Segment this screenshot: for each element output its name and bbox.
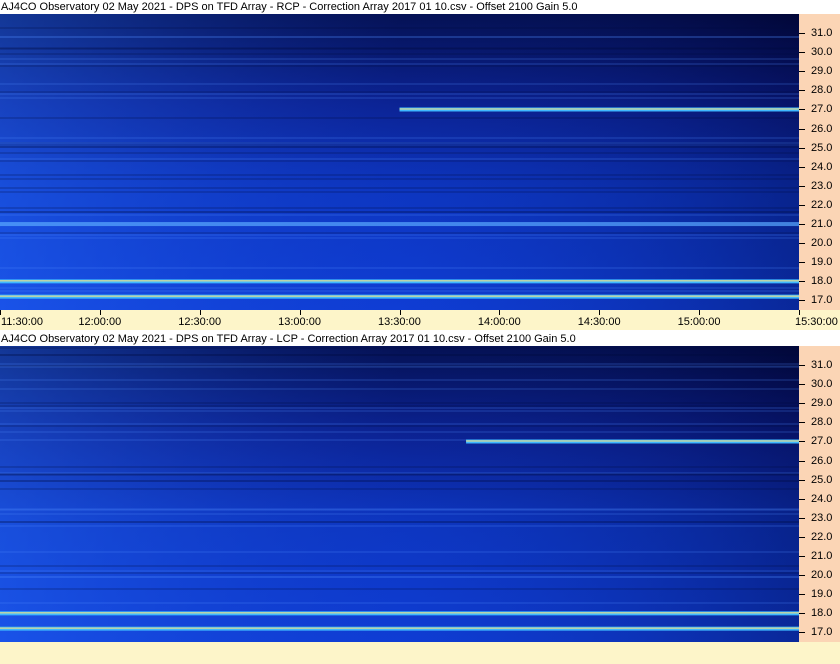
x-tick-label: 13:00:00	[278, 316, 321, 328]
y-tick-label: 23.0	[811, 511, 833, 524]
x-tick	[399, 310, 401, 315]
x-tick	[599, 310, 601, 315]
y-tick	[799, 300, 805, 302]
y-tick-label: 21.0	[811, 218, 833, 231]
y-tick-label: 19.0	[811, 588, 833, 601]
panel-title-lcp: AJ4CO Observatory 02 May 2021 - DPS on T…	[0, 332, 840, 346]
x-tick	[499, 310, 501, 315]
signal-band-core	[0, 280, 799, 282]
y-tick-label: 29.0	[811, 397, 833, 410]
y-tick	[799, 403, 805, 405]
y-tick	[799, 243, 805, 245]
x-tick-label: 14:00:00	[477, 316, 521, 328]
y-tick	[799, 365, 805, 367]
y-tick	[799, 594, 805, 596]
y-tick-label: 31.0	[811, 27, 833, 40]
y-tick	[799, 262, 805, 264]
signal-band-core	[466, 440, 799, 442]
y-tick-label: 28.0	[811, 84, 833, 97]
y-tick	[799, 281, 805, 283]
spectrogram-overlay	[0, 14, 799, 310]
y-tick	[799, 33, 805, 35]
spectrogram-svg	[0, 14, 799, 310]
x-tick-label: 12:30:00	[178, 316, 222, 328]
signal-band-core	[0, 295, 799, 297]
y-tick-label: 18.0	[811, 607, 833, 620]
x-tick	[299, 310, 301, 315]
y-tick	[799, 166, 805, 168]
time-axis-empty	[0, 642, 840, 664]
x-tick	[199, 310, 201, 315]
y-tick-label: 25.0	[811, 473, 833, 486]
signal-band-core	[0, 612, 799, 614]
x-tick-label: 12:00:00	[78, 316, 122, 328]
x-tick-label: 15:00:00	[677, 316, 721, 328]
y-tick-label: 17.0	[811, 294, 833, 307]
y-tick	[799, 147, 805, 149]
y-tick-label: 30.0	[811, 378, 833, 391]
frequency-axis-lcp: 31.0 30.0 29.0 28.0 27.0 26.0 25.0 24.0 23.0 22.0…	[799, 346, 840, 642]
y-tick	[799, 109, 805, 111]
x-tick-label: 14:30:00	[577, 316, 621, 328]
y-tick-label: 24.0	[811, 160, 833, 173]
y-tick	[799, 460, 805, 462]
x-tick	[799, 310, 800, 315]
y-tick	[799, 613, 805, 615]
y-tick-label: 26.0	[811, 122, 833, 135]
y-tick-label: 18.0	[811, 275, 833, 288]
signal-band-27	[466, 439, 799, 444]
y-tick	[799, 498, 805, 500]
y-tick-label: 26.0	[811, 454, 833, 467]
y-tick-label: 23.0	[811, 179, 833, 192]
y-tick	[799, 204, 805, 206]
time-axis: 11:30:00 12:00:00 12:30:00 13:00:00 13:30:00…	[0, 310, 840, 330]
y-tick	[799, 71, 805, 73]
x-tick	[0, 310, 1, 315]
signal-band-core	[399, 108, 799, 110]
spectrogram-svg	[0, 346, 799, 642]
y-tick-label: 22.0	[811, 198, 833, 211]
y-tick-label: 20.0	[811, 237, 833, 250]
signal-band-18	[0, 611, 799, 616]
spectrogram-lcp	[0, 346, 799, 642]
y-tick-label: 21.0	[811, 550, 833, 563]
spectrogram-overlay	[0, 346, 799, 642]
signal-band-21	[0, 222, 799, 227]
y-tick-label: 24.0	[811, 492, 833, 505]
signal-band-core	[0, 627, 799, 629]
y-tick-label: 27.0	[811, 103, 833, 116]
y-tick	[799, 90, 805, 92]
spectrogram-rcp	[0, 14, 799, 310]
y-tick-label: 31.0	[811, 359, 833, 372]
y-tick	[799, 224, 805, 226]
y-tick	[799, 575, 805, 577]
y-tick-label: 29.0	[811, 65, 833, 78]
y-tick	[799, 384, 805, 386]
y-tick-label: 27.0	[811, 435, 833, 448]
y-tick	[799, 52, 805, 54]
y-tick	[799, 479, 805, 481]
y-tick	[799, 536, 805, 538]
y-tick	[799, 441, 805, 443]
y-tick	[799, 556, 805, 558]
x-tick-label: 11:30:00	[1, 316, 44, 328]
frequency-axis-rcp: 31.0 30.0 29.0 28.0 27.0 26.0 25.0 24.0 23.0 22.0…	[799, 14, 840, 310]
y-tick	[799, 128, 805, 130]
y-tick-label: 17.0	[811, 626, 833, 639]
x-tick-label: 13:30:00	[378, 316, 421, 328]
y-tick	[799, 422, 805, 424]
x-tick	[699, 310, 701, 315]
y-tick-label: 19.0	[811, 256, 833, 269]
y-tick-label: 25.0	[811, 141, 833, 154]
y-tick-label: 20.0	[811, 569, 833, 582]
y-tick	[799, 517, 805, 519]
y-tick-label: 22.0	[811, 530, 833, 543]
x-tick	[99, 310, 101, 315]
y-tick-label: 28.0	[811, 416, 833, 429]
y-tick	[799, 185, 805, 187]
panel-title-rcp: AJ4CO Observatory 02 May 2021 - DPS on T…	[0, 0, 840, 14]
y-tick-label: 30.0	[811, 46, 833, 59]
y-tick	[799, 632, 805, 634]
x-tick-label: 15:30:00	[795, 316, 838, 328]
